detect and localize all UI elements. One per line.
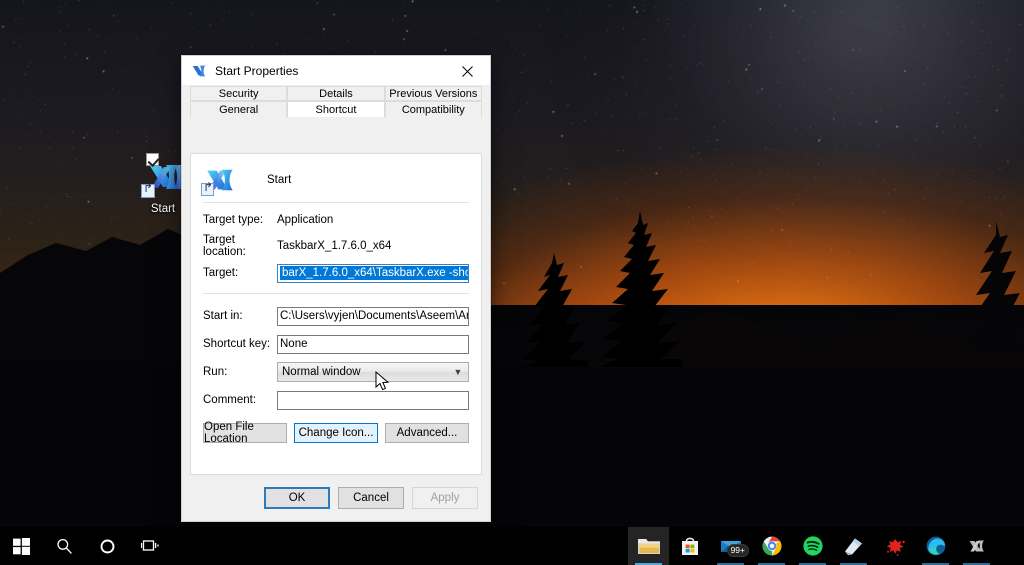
target-location-value: TaskbarX_1.7.6.0_x64	[277, 240, 391, 252]
wallpaper-pine-tree-small	[494, 249, 614, 369]
close-icon[interactable]	[445, 56, 490, 86]
shortcut-header: Start	[191, 154, 481, 196]
shortcut-key-label: Shortcut key:	[203, 338, 277, 350]
shortcut-name-label: Start	[267, 174, 291, 186]
field-start-in: Start in: C:\Users\vyjen\Documents\Aseem…	[203, 302, 469, 330]
field-target: Target: barX_1.7.6.0_x64\TaskbarX.exe -s…	[203, 259, 469, 287]
comment-label: Comment:	[203, 394, 277, 406]
windows-logo-icon	[13, 538, 30, 555]
start-in-input-value: C:\Users\vyjen\Documents\Aseem\Articles\…	[280, 310, 469, 322]
shortcut-tab-panel: Start Target type: Application Target lo…	[190, 153, 482, 475]
target-input[interactable]: barX_1.7.6.0_x64\TaskbarX.exe -showstart…	[277, 264, 469, 283]
divider	[203, 202, 469, 203]
apply-button: Apply	[412, 487, 478, 509]
field-comment: Comment:	[203, 386, 469, 414]
cortana-circle-icon	[99, 538, 116, 555]
taskbarx-icon	[190, 62, 208, 80]
store-bag-icon	[679, 535, 701, 557]
dialog-title: Start Properties	[215, 64, 298, 78]
cancel-button[interactable]: Cancel	[338, 487, 404, 509]
chevron-down-icon: ▼	[450, 367, 466, 377]
start-properties-dialog[interactable]: Start Properties Security Details Previo…	[181, 55, 491, 522]
paper-note-icon	[842, 535, 865, 557]
taskbar-app-taskbarx[interactable]	[956, 527, 997, 565]
start-in-input[interactable]: C:\Users\vyjen\Documents\Aseem\Articles\…	[277, 307, 469, 326]
target-type-value: Application	[277, 214, 333, 226]
tab-compatibility[interactable]: Compatibility	[385, 101, 482, 117]
edge-icon	[925, 535, 947, 557]
target-type-label: Target type:	[203, 214, 277, 226]
taskbar-app-microsoft-store[interactable]	[669, 527, 710, 565]
taskbar-app-spotify[interactable]	[792, 527, 833, 565]
start-button[interactable]	[0, 527, 43, 565]
target-location-label: Target location:	[203, 234, 277, 258]
search-icon	[56, 538, 73, 555]
taskbarx-icon	[966, 536, 988, 556]
tab-general[interactable]: General	[190, 101, 287, 117]
taskbar-app-google-chrome[interactable]	[751, 527, 792, 565]
mail-unread-badge: 99+	[727, 544, 749, 557]
run-label: Run:	[203, 366, 277, 378]
target-label: Target:	[203, 267, 277, 279]
shortcut-action-buttons: Open File Location Change Icon... Advanc…	[203, 423, 469, 443]
folder-icon	[637, 535, 661, 557]
taskbar-app-microsoft-edge[interactable]	[915, 527, 956, 565]
tab-security[interactable]: Security	[190, 86, 287, 101]
advanced-button[interactable]: Advanced...	[385, 423, 469, 443]
chrome-icon	[761, 535, 783, 557]
target-input-value: barX_1.7.6.0_x64\TaskbarX.exe -showstart…	[280, 266, 469, 280]
taskbar[interactable]: 99+	[0, 527, 1024, 565]
shortcut-key-input[interactable]: None	[277, 335, 469, 354]
field-shortcut-key: Shortcut key: None	[203, 330, 469, 358]
cortana-button[interactable]	[86, 527, 129, 565]
field-run: Run: Normal window ▼	[203, 358, 469, 386]
taskbar-system-buttons	[0, 527, 172, 565]
run-select[interactable]: Normal window ▼	[277, 362, 469, 382]
open-file-location-button[interactable]: Open File Location	[203, 423, 287, 443]
tab-row-bottom: General Shortcut Compatibility	[190, 101, 482, 116]
divider	[203, 293, 469, 294]
change-icon-button[interactable]: Change Icon...	[294, 423, 378, 443]
shortcut-key-input-value: None	[280, 338, 308, 350]
taskbar-app-buttons: 99+	[628, 527, 997, 565]
taskbar-app-splatter[interactable]	[874, 527, 915, 565]
comment-input[interactable]	[277, 391, 469, 410]
field-target-type: Target type: Application	[203, 207, 469, 233]
dialog-titlebar[interactable]: Start Properties	[182, 56, 490, 86]
desktop[interactable]: Start	[0, 0, 1024, 565]
task-view-button[interactable]	[129, 527, 172, 565]
selection-checkbox-icon[interactable]	[146, 153, 159, 166]
tab-row-top: Security Details Previous Versions	[190, 86, 482, 101]
search-button[interactable]	[43, 527, 86, 565]
taskbarx-logo-icon	[203, 163, 237, 197]
field-target-location: Target location: TaskbarX_1.7.6.0_x64	[203, 233, 469, 259]
ok-button[interactable]: OK	[264, 487, 330, 509]
run-select-value: Normal window	[282, 366, 361, 378]
shortcut-arrow-icon	[141, 184, 155, 198]
dialog-footer: OK Cancel Apply	[182, 475, 490, 521]
tab-shortcut[interactable]: Shortcut	[287, 101, 384, 117]
tab-previous-versions[interactable]: Previous Versions	[385, 86, 482, 101]
tab-details[interactable]: Details	[287, 86, 384, 101]
spotify-icon	[802, 535, 824, 557]
taskbar-app-file-explorer[interactable]	[628, 527, 669, 565]
start-in-label: Start in:	[203, 310, 277, 322]
red-splatter-icon	[884, 535, 906, 557]
task-view-icon	[141, 538, 160, 555]
shortcut-arrow-icon	[201, 183, 214, 196]
dialog-tabstrip[interactable]: Security Details Previous Versions Gener…	[182, 86, 490, 116]
wallpaper-pine-tree-right	[960, 215, 1024, 355]
taskbar-app-mail[interactable]: 99+	[710, 527, 751, 565]
taskbar-app-notes[interactable]	[833, 527, 874, 565]
